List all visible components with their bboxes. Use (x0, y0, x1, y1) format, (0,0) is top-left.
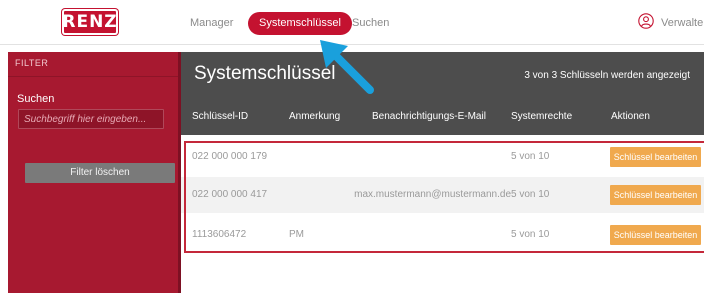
table-row: 022 000 000 417 max.mustermann@musterman… (181, 177, 704, 213)
clear-filter-button[interactable]: Filter löschen (25, 163, 175, 183)
table-row: 022 000 000 179 5 von 10 Schlüssel bearb… (181, 139, 704, 175)
user-icon[interactable] (638, 13, 654, 29)
table-header: Schlüssel-ID Anmerkung Benachrichtigungs… (181, 97, 704, 135)
sidebar-divider (8, 76, 178, 77)
column-header-actions: Aktionen (611, 111, 650, 122)
rights-cell: 5 von 10 (511, 151, 550, 162)
page-header: Systemschlüssel 3 von 3 Schlüsseln werde… (181, 52, 704, 97)
column-header-email[interactable]: Benachrichtigungs-E-Mail (372, 111, 486, 122)
result-count: 3 von 3 Schlüsseln werden angezeigt (524, 70, 690, 81)
edit-key-button[interactable]: Schlüssel bearbeiten (610, 147, 701, 167)
edit-key-button[interactable]: Schlüssel bearbeiten (610, 185, 701, 205)
edit-key-button[interactable]: Schlüssel bearbeiten (610, 225, 701, 245)
page-title: Systemschlüssel (194, 63, 336, 84)
key-id-cell: 1113606472 (192, 229, 247, 240)
nav-item-suchen[interactable]: Suchen (352, 17, 389, 29)
filter-section-label: FILTER (15, 58, 49, 68)
nav-item-systemschluessel[interactable]: Systemschlüssel (248, 12, 352, 35)
search-label: Suchen (17, 93, 55, 105)
column-header-rights[interactable]: Systemrechte (511, 111, 572, 122)
key-id-cell: 022 000 000 179 (192, 151, 268, 162)
search-input[interactable]: Suchbegriff hier eingeben... (18, 109, 164, 129)
filter-sidebar: FILTER Suchen Suchbegriff hier eingeben.… (8, 52, 178, 293)
rights-cell: 5 von 10 (511, 189, 550, 200)
table-row: 1113606472 PM 5 von 10 Schlüssel bearbei… (181, 217, 704, 253)
renz-logo[interactable]: RENZ (62, 9, 118, 35)
email-cell: max.mustermann@mustermann.de (354, 189, 511, 200)
rights-cell: 5 von 10 (511, 229, 550, 240)
column-header-note[interactable]: Anmerkung (289, 111, 340, 122)
note-cell: PM (289, 229, 304, 240)
user-menu-label[interactable]: Verwalter (661, 17, 704, 29)
key-id-cell: 022 000 000 417 (192, 189, 268, 200)
column-header-key-id[interactable]: Schlüssel-ID (192, 111, 248, 122)
nav-item-manager[interactable]: Manager (190, 17, 233, 29)
top-bar: RENZ Manager Systemschlüssel Suchen Verw… (0, 0, 704, 45)
